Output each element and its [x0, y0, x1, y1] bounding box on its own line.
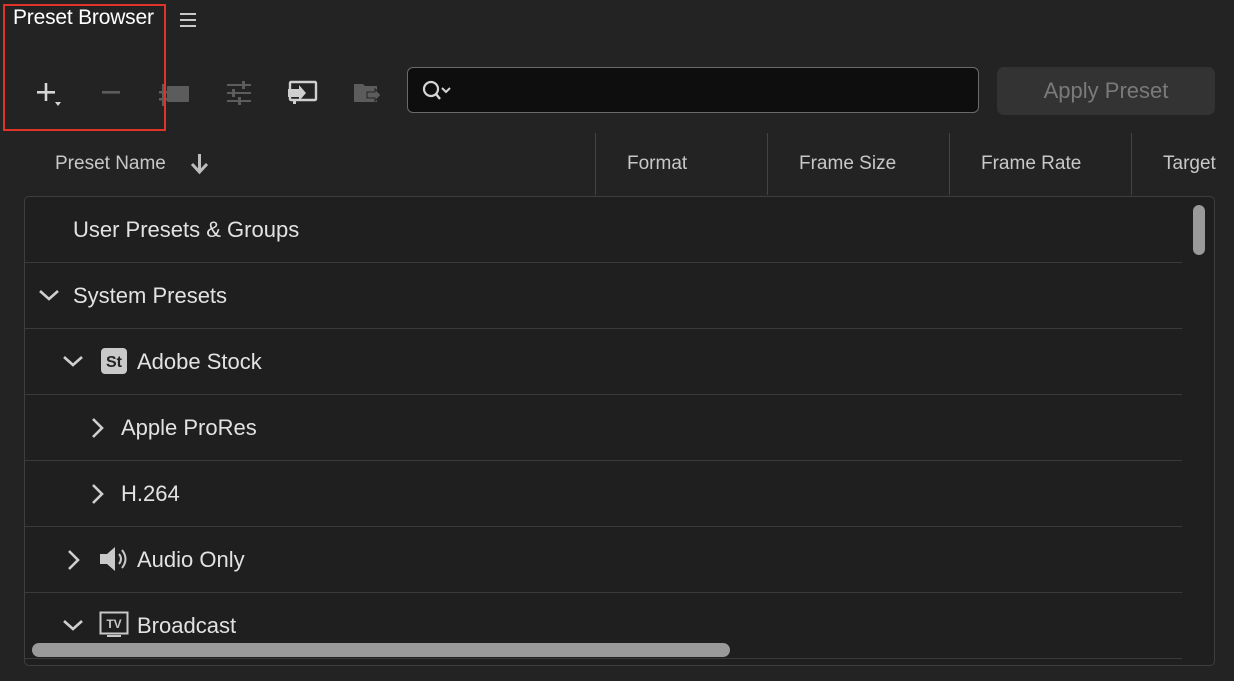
column-divider[interactable]	[595, 133, 596, 195]
import-presets-button[interactable]	[283, 70, 323, 114]
search-input[interactable]	[456, 76, 960, 106]
preset-settings-button[interactable]	[219, 70, 259, 114]
row-label: Apple ProRes	[121, 415, 257, 440]
export-icon	[354, 84, 382, 103]
column-header-format[interactable]: Format	[627, 133, 687, 195]
tv-icon: TV	[99, 611, 129, 637]
column-divider[interactable]	[767, 133, 768, 195]
chevron-right-icon[interactable]	[87, 417, 107, 441]
horizontal-scrollbar-thumb[interactable]	[32, 643, 730, 657]
apply-preset-button[interactable]: Apply Preset	[997, 67, 1215, 115]
search-dropdown-icon[interactable]	[422, 80, 454, 102]
column-divider[interactable]	[1131, 133, 1132, 195]
chevron-down-icon[interactable]	[61, 351, 85, 371]
adobe-stock-icon: St	[101, 348, 127, 374]
row-label: Adobe Stock	[137, 349, 262, 374]
column-header-frame-rate[interactable]: Frame Rate	[981, 133, 1081, 195]
tree-row-h264[interactable]: H.264	[25, 461, 1182, 527]
row-label: Audio Only	[137, 547, 245, 572]
tree-row-user-presets[interactable]: User Presets & Groups	[25, 197, 1182, 263]
column-divider[interactable]	[949, 133, 950, 195]
vertical-scrollbar[interactable]	[1192, 201, 1206, 637]
column-header-frame-size[interactable]: Frame Size	[799, 133, 896, 195]
chevron-right-icon[interactable]	[87, 483, 107, 507]
tree-row-system-presets[interactable]: System Presets	[25, 263, 1182, 329]
column-label: Format	[627, 153, 688, 174]
chevron-down-icon[interactable]	[61, 615, 85, 635]
column-header-preset-name[interactable]: Preset Name	[55, 133, 210, 195]
column-label: Preset Name	[55, 153, 166, 174]
import-icon	[288, 80, 318, 104]
preset-tree[interactable]: User Presets & Groups System Presets St …	[24, 196, 1215, 666]
tree-row-adobe-stock[interactable]: St Adobe Stock	[25, 329, 1182, 395]
row-label: User Presets & Groups	[73, 217, 300, 242]
speaker-icon	[100, 547, 127, 571]
tree-row-audio-only[interactable]: Audio Only	[25, 527, 1182, 593]
tree-row-apple-prores[interactable]: Apple ProRes	[25, 395, 1182, 461]
chevron-right-icon[interactable]	[63, 549, 83, 573]
hamburger-menu-icon[interactable]	[180, 13, 196, 27]
arrow-down-icon[interactable]	[190, 152, 210, 176]
chevron-down-icon[interactable]	[37, 285, 61, 305]
highlight-annotation-box	[3, 4, 166, 131]
column-header-target[interactable]: Target	[1163, 133, 1234, 195]
search-field[interactable]	[407, 67, 979, 113]
column-label: Frame Size	[799, 153, 897, 174]
row-label: System Presets	[73, 283, 228, 308]
column-label: Target	[1163, 153, 1216, 174]
preset-browser-panel: Preset Browser Apply Preset Preset Name …	[0, 0, 1234, 681]
vertical-scrollbar-thumb[interactable]	[1193, 205, 1205, 255]
stock-badge-text: St	[106, 354, 123, 371]
row-label: Broadcast	[137, 613, 237, 638]
row-label: H.264	[121, 481, 180, 506]
sliders-icon	[227, 81, 251, 105]
export-presets-button[interactable]	[347, 70, 387, 114]
tv-badge-text: TV	[106, 617, 121, 631]
column-label: Frame Rate	[981, 153, 1082, 174]
